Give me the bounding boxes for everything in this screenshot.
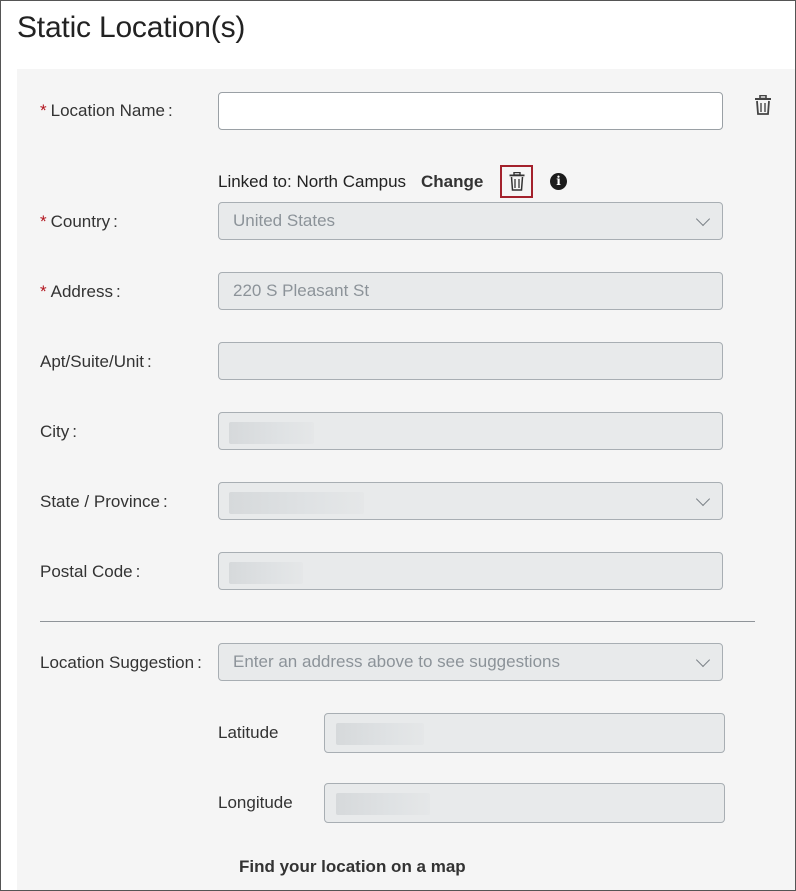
state-select[interactable] <box>218 482 723 520</box>
country-label-text: Country <box>50 212 111 231</box>
state-label-text: State / Province <box>40 492 161 511</box>
longitude-field[interactable] <box>324 783 725 823</box>
city-field[interactable] <box>218 412 723 450</box>
location-suggestion-select[interactable]: Enter an address above to see suggestion… <box>218 643 723 681</box>
latitude-label: Latitude <box>218 723 279 742</box>
apt-field[interactable] <box>218 342 723 380</box>
page-title: Static Location(s) <box>17 11 246 44</box>
find-on-map-link[interactable]: Find your location on a map <box>239 857 466 877</box>
address-value: 220 S Pleasant St <box>233 281 370 300</box>
chevron-down-icon <box>695 211 711 227</box>
suggestion-placeholder: Enter an address above to see suggestion… <box>233 652 560 671</box>
trash-icon <box>509 172 525 191</box>
postal-label-text: Postal Code <box>40 562 133 581</box>
postal-field[interactable] <box>218 552 723 590</box>
unlink-button[interactable] <box>500 165 533 198</box>
address-field[interactable]: 220 S Pleasant St <box>218 272 723 310</box>
linked-to-text: Linked to: North Campus <box>218 172 407 191</box>
apt-label-text: Apt/Suite/Unit <box>40 352 144 371</box>
state-label: State / Province: <box>40 492 168 511</box>
address-label-text: Address <box>50 282 113 301</box>
location-name-input[interactable] <box>229 93 726 131</box>
longitude-label: Longitude <box>218 793 293 812</box>
required-marker: * <box>40 282 47 301</box>
section-divider <box>40 621 755 622</box>
delete-location-button[interactable] <box>754 94 774 117</box>
redacted-value <box>229 422 314 444</box>
country-label: * Country: <box>40 212 118 231</box>
chevron-down-icon <box>695 491 711 507</box>
location-panel: * Location Name: Linked to: North Campus … <box>17 69 795 890</box>
window-frame: Static Location(s) * Location Name: Linke… <box>0 0 796 891</box>
change-link-button[interactable]: Change <box>421 172 483 192</box>
redacted-value <box>336 793 430 815</box>
suggestion-label: Location Suggestion: <box>40 653 202 672</box>
city-label-text: City <box>40 422 70 441</box>
apt-label: Apt/Suite/Unit: <box>40 352 152 371</box>
country-select[interactable]: United States <box>218 202 723 240</box>
trash-icon <box>755 94 771 115</box>
city-label: City: <box>40 422 78 441</box>
redacted-value <box>229 562 303 584</box>
required-marker: * <box>40 212 47 231</box>
location-name-label-text: Location Name <box>50 101 165 120</box>
chevron-down-icon <box>695 652 711 668</box>
redacted-value <box>336 723 424 745</box>
required-marker: * <box>40 101 47 120</box>
latitude-field[interactable] <box>324 713 725 753</box>
location-name-field[interactable] <box>218 92 726 131</box>
postal-label: Postal Code: <box>40 562 141 581</box>
location-name-label: * Location Name: <box>40 101 173 120</box>
suggestion-label-text: Location Suggestion <box>40 653 195 672</box>
info-icon[interactable]: i <box>550 173 567 190</box>
address-label: * Address: <box>40 282 121 301</box>
redacted-value <box>229 492 364 514</box>
country-value: United States <box>233 211 336 230</box>
